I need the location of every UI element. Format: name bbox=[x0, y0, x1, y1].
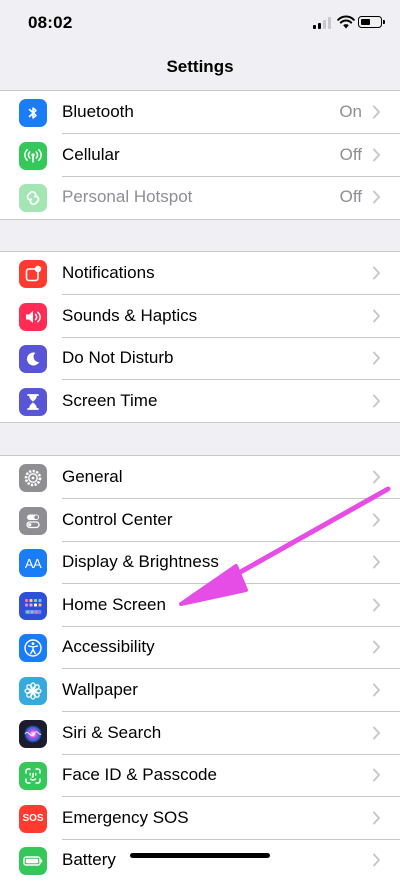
page-title: Settings bbox=[166, 57, 234, 76]
settings-row-sounds-haptics[interactable]: Sounds & Haptics bbox=[0, 295, 400, 338]
moon-icon bbox=[19, 345, 47, 374]
accessibility-label: Accessibility bbox=[62, 637, 155, 657]
personal-hotspot-label: Personal Hotspot bbox=[62, 187, 193, 207]
accessibility-icon bbox=[19, 634, 47, 663]
personal-hotspot-value: Off bbox=[339, 187, 362, 207]
chevron-right-icon bbox=[373, 726, 380, 740]
chevron-right-icon bbox=[373, 768, 380, 782]
settings-row-wallpaper[interactable]: Wallpaper bbox=[0, 669, 400, 712]
settings-row-notifications[interactable]: Notifications bbox=[0, 252, 400, 295]
siri-search-label: Siri & Search bbox=[62, 722, 162, 742]
chevron-right-icon bbox=[373, 351, 380, 365]
chevron-right-icon bbox=[373, 266, 380, 280]
settings-row-siri-search[interactable]: Siri & Search bbox=[0, 712, 400, 755]
display-brightness-label: Display & Brightness bbox=[62, 552, 219, 572]
chevron-right-icon bbox=[373, 555, 380, 569]
chevron-right-icon bbox=[373, 598, 380, 612]
status-bar: 08:02 bbox=[0, 0, 400, 48]
text-size-icon: AA bbox=[19, 549, 47, 578]
do-not-disturb-label: Do Not Disturb bbox=[62, 348, 174, 368]
chevron-right-icon bbox=[373, 148, 380, 162]
emergency-sos-label: Emergency SOS bbox=[62, 807, 189, 827]
home-indicator[interactable] bbox=[130, 853, 270, 858]
screen-time-label: Screen Time bbox=[62, 390, 158, 410]
cellular-value: Off bbox=[339, 144, 362, 164]
settings-row-personal-hotspot[interactable]: Personal Hotspot Off bbox=[0, 176, 400, 219]
battery-status-icon bbox=[358, 16, 385, 28]
chevron-right-icon bbox=[373, 853, 380, 867]
siri-icon bbox=[19, 719, 47, 748]
hotspot-link-icon bbox=[19, 184, 47, 213]
bluetooth-value: On bbox=[339, 102, 362, 121]
home-screen-label: Home Screen bbox=[62, 594, 166, 614]
chevron-right-icon bbox=[373, 470, 380, 484]
settings-row-cellular[interactable]: Cellular Off bbox=[0, 134, 400, 177]
flower-icon bbox=[19, 676, 47, 705]
chevron-right-icon bbox=[373, 105, 380, 119]
chevron-right-icon bbox=[373, 683, 380, 697]
battery-label: Battery bbox=[62, 850, 116, 870]
face-id-passcode-label: Face ID & Passcode bbox=[62, 765, 217, 785]
face-id-icon bbox=[19, 762, 47, 791]
speaker-icon bbox=[19, 302, 47, 331]
settings-row-do-not-disturb[interactable]: Do Not Disturb bbox=[0, 337, 400, 380]
status-time: 08:02 bbox=[28, 13, 73, 32]
notifications-group: Notifications Sounds & Haptics Do Not Di… bbox=[0, 251, 400, 424]
chevron-right-icon bbox=[373, 309, 380, 323]
cellular-label: Cellular bbox=[62, 144, 120, 164]
general-group: General Control Center AA Display & Brig… bbox=[0, 455, 400, 882]
wallpaper-label: Wallpaper bbox=[62, 679, 138, 699]
settings-row-home-screen[interactable]: Home Screen bbox=[0, 584, 400, 627]
settings-row-battery[interactable]: Battery bbox=[0, 839, 400, 882]
chevron-right-icon bbox=[373, 394, 380, 408]
cellular-signal-icon bbox=[313, 17, 333, 29]
connectivity-group: Bluetooth On Cellular Off Personal Hotsp… bbox=[0, 90, 400, 220]
sounds-haptics-label: Sounds & Haptics bbox=[62, 305, 198, 325]
chevron-right-icon bbox=[373, 640, 380, 654]
settings-row-general[interactable]: General bbox=[0, 456, 400, 499]
gear-icon bbox=[19, 464, 47, 492]
bluetooth-label: Bluetooth bbox=[62, 102, 134, 121]
settings-row-control-center[interactable]: Control Center bbox=[0, 499, 400, 542]
cellular-antenna-icon bbox=[19, 141, 47, 170]
settings-row-screen-time[interactable]: Screen Time bbox=[0, 380, 400, 423]
settings-row-bluetooth[interactable]: Bluetooth On bbox=[0, 91, 400, 134]
settings-row-accessibility[interactable]: Accessibility bbox=[0, 626, 400, 669]
home-screen-grid-icon bbox=[19, 591, 47, 620]
control-center-label: Control Center bbox=[62, 509, 173, 529]
settings-row-emergency-sos[interactable]: SOS Emergency SOS bbox=[0, 797, 400, 840]
chevron-right-icon bbox=[373, 811, 380, 825]
sos-icon: SOS bbox=[19, 804, 47, 833]
wifi-icon bbox=[337, 15, 355, 29]
bluetooth-icon bbox=[19, 99, 47, 127]
toggles-icon bbox=[19, 506, 47, 535]
notifications-label: Notifications bbox=[62, 263, 155, 282]
settings-row-display-brightness[interactable]: AA Display & Brightness bbox=[0, 541, 400, 584]
hourglass-icon bbox=[19, 387, 47, 416]
chevron-right-icon bbox=[373, 513, 380, 527]
chevron-right-icon bbox=[373, 190, 380, 204]
notifications-icon bbox=[19, 260, 47, 288]
battery-icon bbox=[19, 847, 47, 876]
settings-row-face-id-passcode[interactable]: Face ID & Passcode bbox=[0, 754, 400, 797]
general-label: General bbox=[62, 467, 123, 486]
